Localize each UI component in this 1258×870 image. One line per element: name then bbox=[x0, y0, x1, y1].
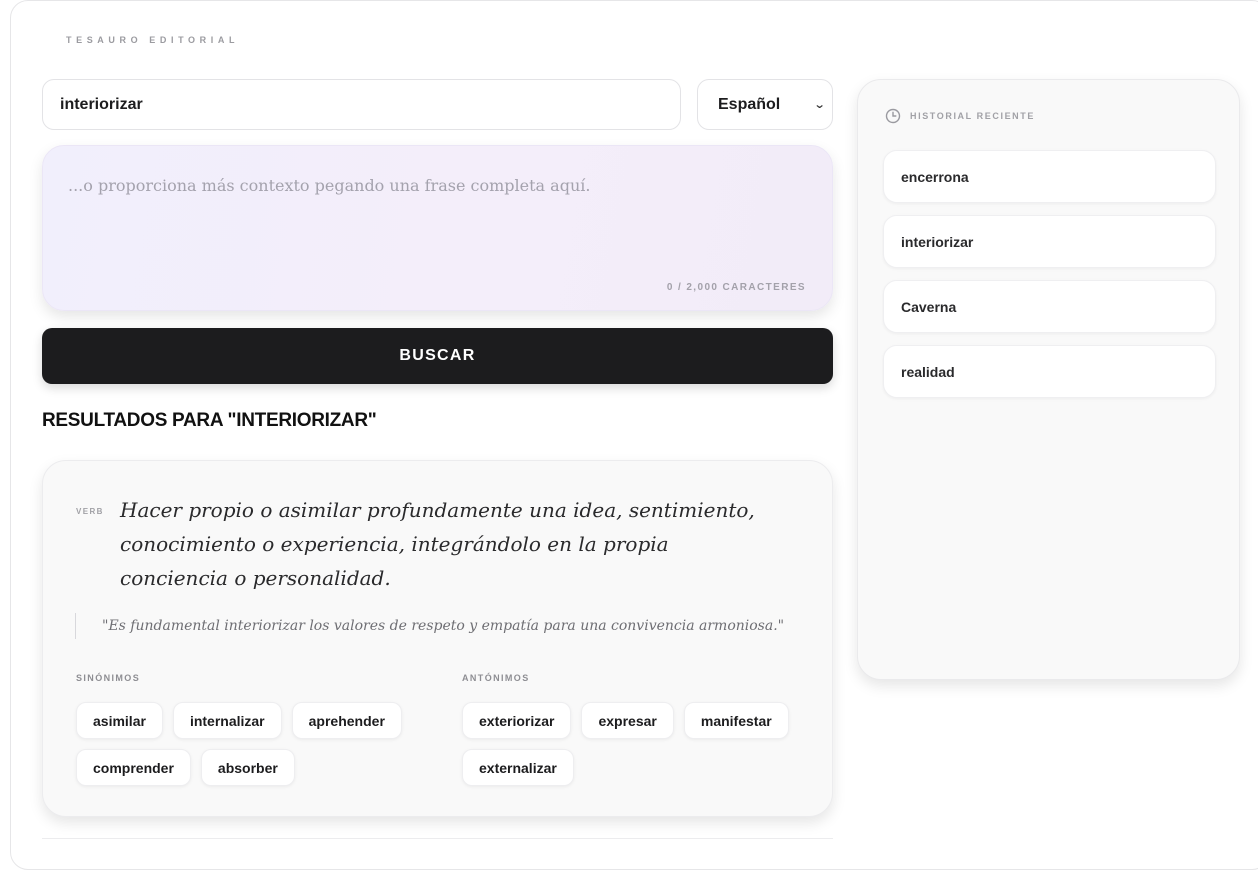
history-list: encerrona interiorizar Caverna realidad bbox=[883, 150, 1216, 410]
synonym-chip[interactable]: asimilar bbox=[76, 702, 163, 739]
search-input[interactable]: interiorizar bbox=[42, 79, 681, 130]
context-textarea[interactable]: ...o proporciona más contexto pegando un… bbox=[42, 145, 833, 311]
synonym-chip[interactable]: aprehender bbox=[291, 702, 402, 739]
antonyms-list: exteriorizar expresar manifestar externa… bbox=[462, 702, 807, 786]
language-select-value: Español bbox=[718, 95, 781, 113]
synonym-chip[interactable]: comprender bbox=[76, 749, 191, 786]
definition-text: Hacer propio o asimilar profundamente un… bbox=[120, 498, 755, 590]
antonym-chip[interactable]: exteriorizar bbox=[462, 702, 572, 739]
language-select[interactable]: Español ⌄ bbox=[697, 79, 833, 130]
antonym-chip[interactable]: manifestar bbox=[683, 702, 789, 739]
results-title: RESULTADOS PARA "INTERIORIZAR" bbox=[42, 410, 377, 431]
part-of-speech-label: VERB bbox=[76, 507, 104, 516]
result-card: VERB Hacer propio o asimilar profundamen… bbox=[42, 460, 833, 817]
synonym-chip[interactable]: absorber bbox=[200, 749, 295, 786]
history-item[interactable]: interiorizar bbox=[883, 215, 1216, 268]
history-header: HISTORIAL RECIENTE bbox=[885, 108, 1035, 124]
history-item[interactable]: Caverna bbox=[883, 280, 1216, 333]
search-button[interactable]: BUSCAR bbox=[42, 328, 833, 384]
antonyms-label: ANTÓNIMOS bbox=[462, 673, 530, 683]
antonym-chip[interactable]: expresar bbox=[581, 702, 674, 739]
antonym-chip[interactable]: externalizar bbox=[462, 749, 574, 786]
clock-icon bbox=[885, 108, 901, 124]
brand-title: TESAURO EDITORIAL bbox=[66, 35, 240, 45]
chevron-down-icon: ⌄ bbox=[813, 99, 826, 111]
example-sentence: "Es fundamental interiorizar los valores… bbox=[75, 613, 784, 639]
synonyms-list: asimilar internalizar aprehender compren… bbox=[76, 702, 426, 786]
history-item[interactable]: realidad bbox=[883, 345, 1216, 398]
history-item[interactable]: encerrona bbox=[883, 150, 1216, 203]
context-placeholder: ...o proporciona más contexto pegando un… bbox=[68, 176, 591, 195]
synonyms-label: SINÓNIMOS bbox=[76, 673, 141, 683]
synonym-chip[interactable]: internalizar bbox=[172, 702, 282, 739]
history-title: HISTORIAL RECIENTE bbox=[910, 111, 1035, 121]
next-result-card-edge bbox=[42, 838, 833, 848]
character-counter: 0 / 2,000 CARACTERES bbox=[666, 282, 806, 293]
history-panel: HISTORIAL RECIENTE encerrona interioriza… bbox=[857, 79, 1240, 680]
